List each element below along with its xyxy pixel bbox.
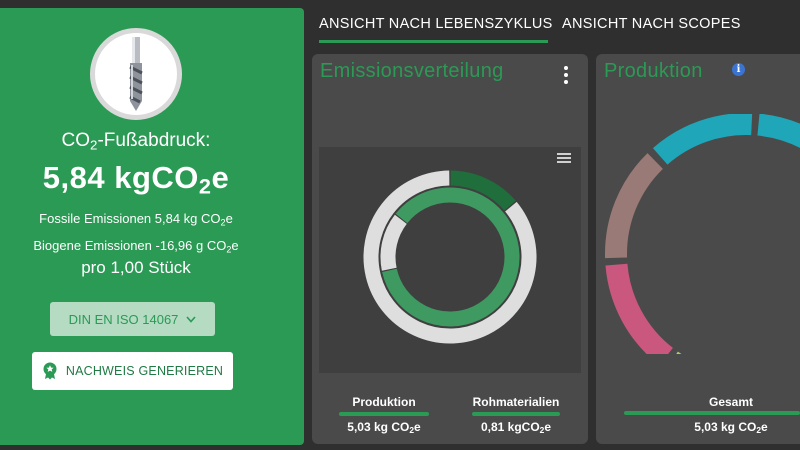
production-segment-seg-unknown[interactable] [652,114,753,165]
active-tab-indicator [319,40,548,43]
drill-bit-image [129,37,143,111]
per-unit-label: pro 1,00 Stück [81,258,191,277]
tab-lifecycle[interactable]: ANSICHT NACH LEBENSZYKLUS [319,16,553,32]
legend-production-bar [339,412,429,416]
biogenic-emissions: Biogene Emissionen -16,96 g CO2e [33,238,239,255]
info-icon[interactable]: i [732,63,745,76]
view-tabs: ANSICHT NACH LEBENSZYKLUS ANSICHT NACH S… [312,0,800,46]
production-donut-chart [605,114,800,354]
legend-production-value: 5,03 kg CO2e [347,420,421,436]
generate-proof-label: NACHWEIS GENERIEREN [65,364,224,378]
production-segment-seg-teal[interactable] [757,114,800,197]
footprint-value: 5,84 kgCO2e [42,160,230,199]
legend-total-bar [624,411,800,415]
chevron-down-icon [186,315,197,323]
inner-ring-segment-rest[interactable] [380,214,407,271]
hamburger-menu-icon[interactable] [557,153,571,165]
legend-total-name: Gesamt [708,395,754,409]
fossil-emissions: Fossile Emissionen 5,84 kg CO2e [39,211,233,228]
kebab-menu-icon[interactable] [564,66,570,87]
production-segment-seg-pink[interactable] [605,263,674,354]
certificate-icon [43,362,57,380]
legend-production-name: Produktion [352,395,416,409]
distribution-donut-chart [363,170,537,344]
legend-raw-materials-name: Rohmaterialien [472,395,560,409]
generate-proof-button[interactable]: NACHWEIS GENERIEREN [32,352,233,390]
norm-select-value: DIN EN ISO 14067 [68,311,179,327]
legend-raw-materials-bar [472,412,560,416]
production-segment-seg-green[interactable] [672,203,800,354]
distribution-chart-area [319,147,581,373]
legend-total-value: 5,03 kg CO2e [694,420,768,436]
norm-select[interactable]: DIN EN ISO 14067 [50,302,215,336]
distribution-title: Emissionsverteilung [320,60,504,82]
product-image [90,28,182,120]
legend-raw-materials-value: 0,81 kgCO2e [480,420,552,436]
footprint-label: CO2-Fußabdruck: [61,130,211,153]
emission-distribution-card: Emissionsverteilung Produktion 5,03 kg C… [312,54,588,444]
tab-scopes[interactable]: ANSICHT NACH SCOPES [562,16,741,32]
inner-ring-segment-produktion[interactable] [382,187,520,327]
co2-summary-panel: CO2-Fußabdruck: 5,84 kgCO2e Fossile Emis… [0,8,304,445]
production-segment-seg-brown[interactable] [605,153,664,259]
production-title: Produktion [604,60,703,82]
production-card: Produktion i Gesamt 5,03 kg CO2e [596,54,800,444]
